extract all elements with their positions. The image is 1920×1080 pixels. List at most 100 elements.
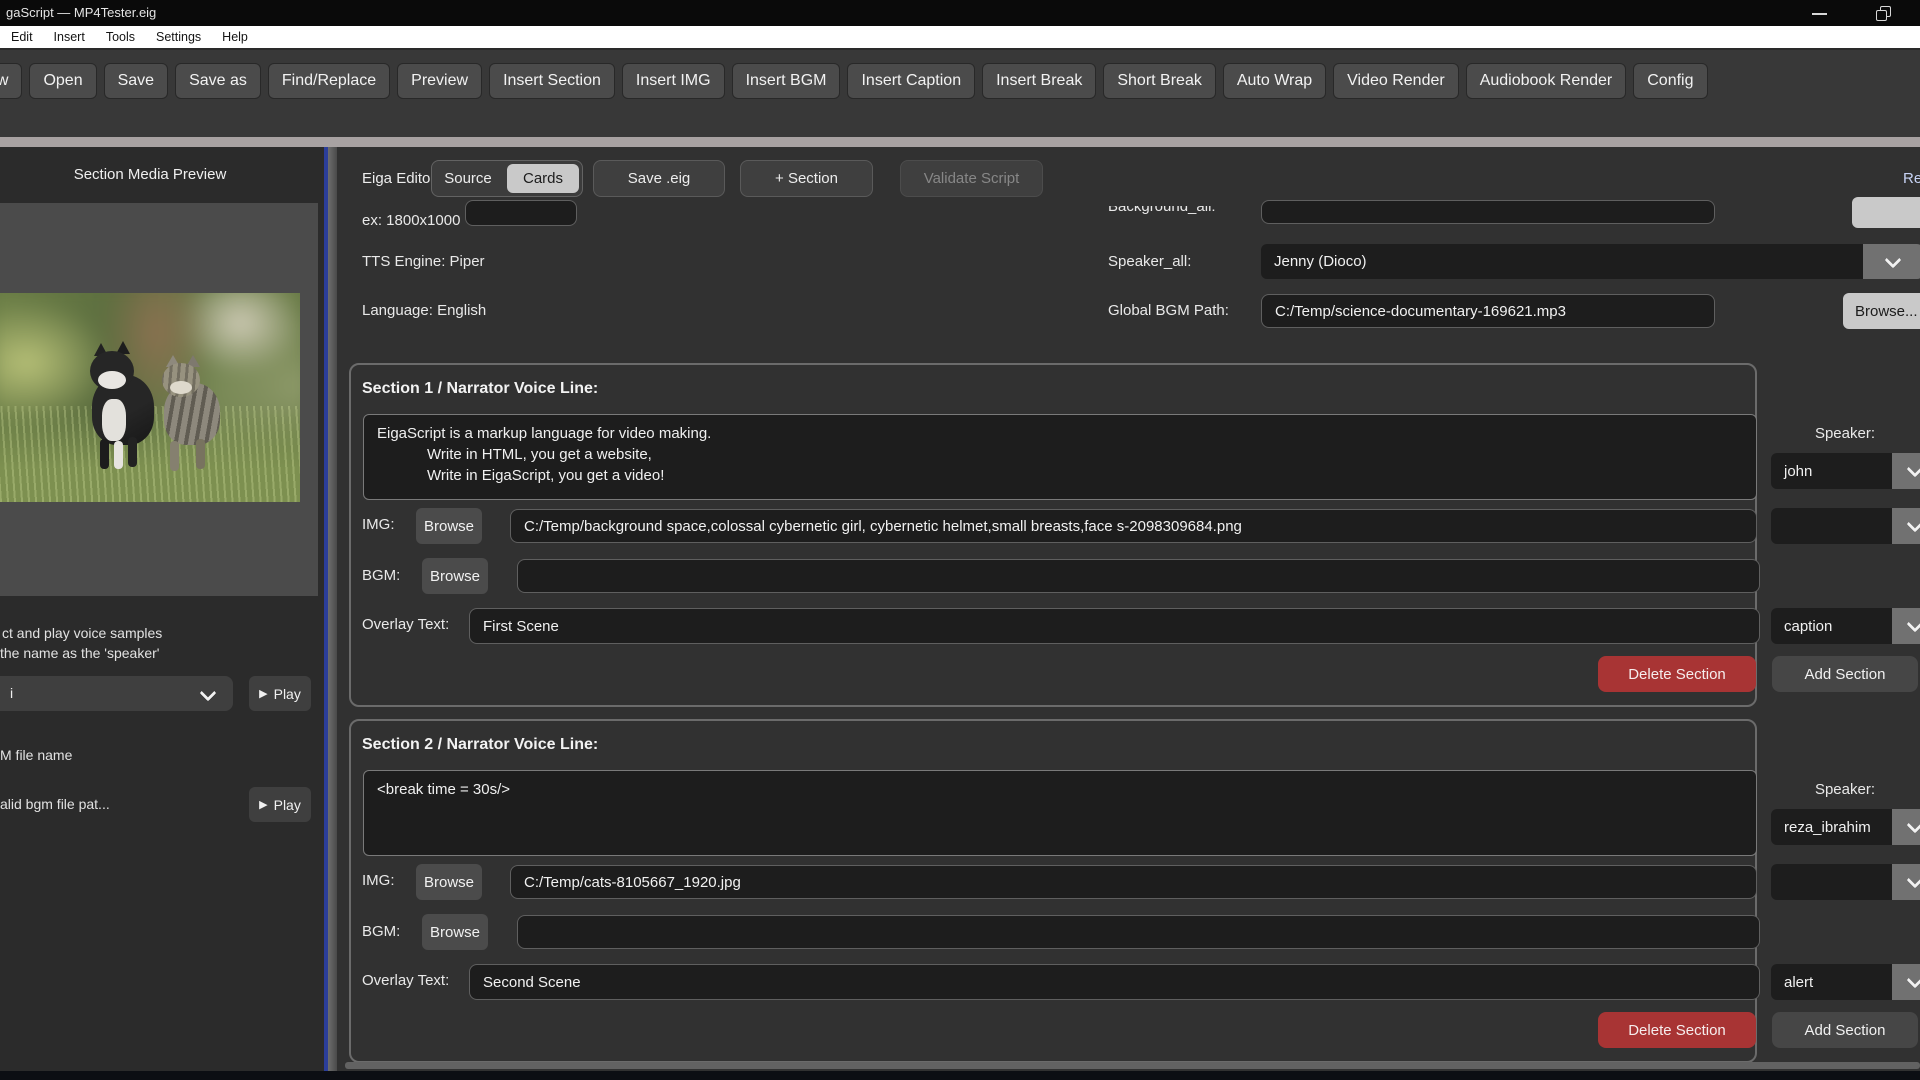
add-section-button[interactable]: Add Section — [1772, 656, 1918, 692]
app-window: gaScript — MP4Tester.eig Edit Insert Too… — [0, 0, 1920, 1080]
window-title: gaScript — MP4Tester.eig — [6, 5, 156, 20]
overlay-style-select[interactable]: alert — [1771, 964, 1892, 1000]
voice-sample-select[interactable]: i — [0, 676, 233, 711]
bgm-file-path-text: alid bgm file pat... — [0, 796, 110, 812]
menu-item-help[interactable]: Help — [222, 30, 248, 44]
menu-bar: Edit Insert Tools Settings Help — [0, 26, 1920, 48]
insert-section-button[interactable]: Insert Section — [489, 63, 615, 99]
resolution-input[interactable] — [465, 200, 577, 226]
media-preview-panel — [0, 203, 318, 596]
narrator-voice-textarea[interactable]: EigaScript is a markup language for vide… — [363, 414, 1757, 500]
global-bgm-input[interactable]: C:/Temp/science-documentary-169621.mp3 — [1261, 294, 1715, 328]
view-mode-tabs: Source Cards — [431, 160, 583, 197]
insert-img-button[interactable]: Insert IMG — [622, 63, 725, 99]
short-break-button[interactable]: Short Break — [1103, 63, 1215, 99]
sidebar-title: Section Media Preview — [0, 166, 300, 183]
img-browse-button[interactable]: Browse — [416, 864, 482, 900]
menu-item-insert[interactable]: Insert — [54, 30, 85, 44]
delete-section-button[interactable]: Delete Section — [1598, 656, 1756, 692]
speaker-all-label: Speaker_all: — [1108, 253, 1191, 270]
save-eig-button[interactable]: Save .eig — [593, 160, 725, 197]
overlay-text-input[interactable]: First Scene — [469, 608, 1760, 644]
overlay-style-select[interactable]: caption — [1771, 608, 1892, 644]
bgm-label: BGM: — [362, 923, 400, 940]
section-header: Section 2 / Narrator Voice Line: — [362, 736, 598, 754]
background-all-input[interactable] — [1261, 200, 1715, 224]
validate-script-button[interactable]: Validate Script — [900, 160, 1043, 197]
voice-play-label: Play — [274, 686, 301, 702]
new-button[interactable]: ew — [0, 63, 22, 99]
save-as-button[interactable]: Save as — [175, 63, 261, 99]
editor-hscrollbar[interactable] — [345, 1062, 1920, 1069]
tab-cards[interactable]: Cards — [507, 164, 579, 193]
img-path-input[interactable]: C:/Temp/background space,colossal cybern… — [510, 509, 1757, 543]
menu-item-tools[interactable]: Tools — [106, 30, 135, 44]
chevron-down-icon — [1906, 461, 1920, 478]
global-bgm-browse-button[interactable]: Browse... — [1843, 293, 1920, 329]
plus-section-button[interactable]: + Section — [740, 160, 873, 197]
global-bgm-label: Global BGM Path: — [1108, 302, 1229, 319]
chevron-down-icon — [1906, 872, 1920, 889]
speaker-all-select[interactable]: Jenny (Dioco) — [1261, 244, 1863, 279]
insert-caption-button[interactable]: Insert Caption — [847, 63, 975, 99]
bgm-path-input[interactable] — [517, 915, 1760, 949]
insert-break-button[interactable]: Insert Break — [982, 63, 1096, 99]
section-preview-image — [0, 293, 300, 502]
menu-item-edit[interactable]: Edit — [11, 30, 33, 44]
img-fit-select-button[interactable] — [1892, 864, 1920, 900]
bgm-play-label: Play — [274, 797, 301, 813]
toolbar: ew Open Save Save as Find/Replace Previe… — [0, 48, 1920, 137]
add-section-button[interactable]: Add Section — [1772, 1012, 1918, 1048]
speaker-select[interactable]: reza_ibrahim — [1771, 809, 1892, 845]
bgm-label: BGM: — [362, 567, 400, 584]
bgm-browse-button[interactable]: Browse — [422, 914, 488, 950]
delete-section-button[interactable]: Delete Section — [1598, 1012, 1756, 1048]
restore-icon[interactable] — [1876, 6, 1890, 20]
right-edge-text-fragment: Re — [1903, 170, 1920, 187]
overlay-style-select-button[interactable] — [1892, 964, 1920, 1000]
img-label: IMG: — [362, 872, 395, 889]
bgm-browse-button[interactable]: Browse — [422, 558, 488, 594]
save-button[interactable]: Save — [104, 63, 168, 99]
img-label: IMG: — [362, 516, 395, 533]
video-render-button[interactable]: Video Render — [1333, 63, 1459, 99]
img-fit-select[interactable] — [1771, 864, 1892, 900]
section-header: Section 1 / Narrator Voice Line: — [362, 380, 598, 398]
insert-bgm-button[interactable]: Insert BGM — [732, 63, 841, 99]
audiobook-render-button[interactable]: Audiobook Render — [1466, 63, 1627, 99]
tts-engine-label: TTS Engine: Piper — [362, 253, 485, 270]
preview-button[interactable]: Preview — [397, 63, 482, 99]
speaker-select[interactable]: john — [1771, 453, 1892, 489]
bgm-path-input[interactable] — [517, 559, 1760, 593]
speaker-select-button[interactable] — [1892, 809, 1920, 845]
narrator-voice-textarea[interactable]: <break time = 30s/> — [363, 770, 1757, 856]
background-all-browse-button[interactable] — [1852, 197, 1920, 228]
chevron-down-icon — [1885, 251, 1902, 268]
kitten-art — [162, 355, 232, 475]
overlay-style-select-button[interactable] — [1892, 608, 1920, 644]
auto-wrap-button[interactable]: Auto Wrap — [1223, 63, 1326, 99]
play-icon: ▶ — [259, 798, 267, 811]
speaker-select-button[interactable] — [1892, 453, 1920, 489]
voice-play-button[interactable]: ▶ Play — [249, 676, 311, 711]
overlay-text-input[interactable]: Second Scene — [469, 964, 1760, 1000]
menu-item-settings[interactable]: Settings — [156, 30, 201, 44]
voice-sample-hint-line2: the name as the 'speaker' — [0, 645, 159, 661]
img-fit-select-button[interactable] — [1892, 508, 1920, 544]
img-fit-select[interactable] — [1771, 508, 1892, 544]
play-icon: ▶ — [259, 687, 267, 700]
chevron-down-icon — [1906, 616, 1920, 633]
find-replace-button[interactable]: Find/Replace — [268, 63, 390, 99]
sidebar-divider-edge — [328, 147, 337, 1071]
open-button[interactable]: Open — [29, 63, 96, 99]
bgm-play-button[interactable]: ▶ Play — [249, 787, 311, 822]
img-path-input[interactable]: C:/Temp/cats-8105667_1920.jpg — [510, 865, 1757, 899]
config-button[interactable]: Config — [1633, 63, 1707, 99]
title-bar: gaScript — MP4Tester.eig — [0, 0, 1920, 26]
minimize-icon[interactable] — [1812, 13, 1827, 15]
window-hscrollbar[interactable] — [0, 137, 1920, 147]
img-browse-button[interactable]: Browse — [416, 508, 482, 544]
tab-source[interactable]: Source — [432, 161, 504, 196]
speaker-all-select-button[interactable] — [1863, 244, 1920, 279]
bgm-file-name-label: M file name — [0, 747, 72, 763]
